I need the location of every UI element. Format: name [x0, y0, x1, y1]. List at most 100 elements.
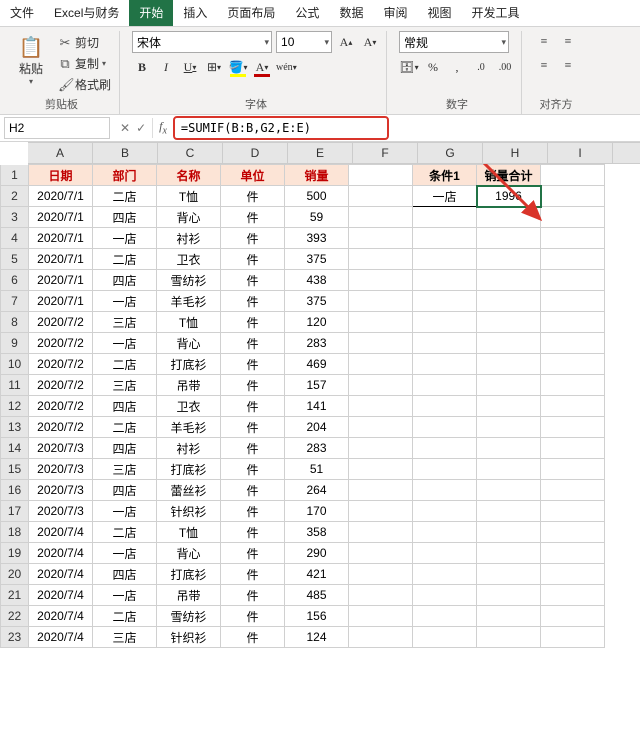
cell-name[interactable]: 针织衫: [157, 501, 221, 522]
cell[interactable]: [541, 291, 605, 312]
cell-dept[interactable]: 三店: [93, 627, 157, 648]
cell-dept[interactable]: 二店: [93, 522, 157, 543]
cell-unit[interactable]: 件: [221, 522, 285, 543]
cell-name[interactable]: T恤: [157, 522, 221, 543]
cell-date[interactable]: 2020/7/3: [29, 459, 93, 480]
number-format-select[interactable]: 常规▾: [399, 31, 509, 53]
cell[interactable]: [349, 564, 413, 585]
cell[interactable]: [413, 564, 477, 585]
cell-qty[interactable]: 358: [285, 522, 349, 543]
row-header[interactable]: 8: [1, 312, 29, 333]
cell[interactable]: [477, 228, 541, 249]
cell-date[interactable]: 2020/7/2: [29, 375, 93, 396]
menu-tab-视图[interactable]: 视图: [417, 0, 461, 26]
cell-date[interactable]: 2020/7/1: [29, 291, 93, 312]
col-header-C[interactable]: C: [158, 143, 223, 163]
cell-name[interactable]: 衬衫: [157, 438, 221, 459]
cell-dept[interactable]: 一店: [93, 333, 157, 354]
italic-button[interactable]: I: [156, 57, 176, 77]
cell-dept[interactable]: 四店: [93, 270, 157, 291]
cell[interactable]: [541, 480, 605, 501]
cell-dept[interactable]: 一店: [93, 228, 157, 249]
cell[interactable]: [541, 165, 605, 186]
cell-qty[interactable]: 500: [285, 186, 349, 207]
cell[interactable]: [349, 333, 413, 354]
cell[interactable]: [349, 501, 413, 522]
cell-qty[interactable]: 156: [285, 606, 349, 627]
cell[interactable]: [349, 165, 413, 186]
cell-dept[interactable]: 四店: [93, 480, 157, 501]
cell[interactable]: [541, 270, 605, 291]
cell[interactable]: [413, 333, 477, 354]
cell[interactable]: [541, 396, 605, 417]
row-header[interactable]: 17: [1, 501, 29, 522]
confirm-icon[interactable]: ✓: [136, 121, 146, 135]
cell-unit[interactable]: 件: [221, 228, 285, 249]
cell[interactable]: [349, 186, 413, 207]
format-painter-button[interactable]: 🖌格式刷: [56, 75, 113, 94]
row-header[interactable]: 15: [1, 459, 29, 480]
cell-name[interactable]: 打底衫: [157, 354, 221, 375]
cell[interactable]: [477, 522, 541, 543]
cell[interactable]: [349, 480, 413, 501]
row-header[interactable]: 3: [1, 207, 29, 228]
cell[interactable]: [477, 438, 541, 459]
cell-qty[interactable]: 283: [285, 438, 349, 459]
cell-qty[interactable]: 290: [285, 543, 349, 564]
fill-color-button[interactable]: 🪣▾: [228, 57, 248, 77]
increase-decimal-button[interactable]: .0: [471, 57, 491, 77]
cell[interactable]: [477, 375, 541, 396]
row-header[interactable]: 12: [1, 396, 29, 417]
cell-name[interactable]: 羊毛衫: [157, 417, 221, 438]
cell-dept[interactable]: 三店: [93, 312, 157, 333]
cell-unit[interactable]: 件: [221, 543, 285, 564]
cell-qty[interactable]: 51: [285, 459, 349, 480]
cell[interactable]: [413, 375, 477, 396]
cell-unit[interactable]: 件: [221, 585, 285, 606]
cell-qty[interactable]: 204: [285, 417, 349, 438]
cell[interactable]: [541, 564, 605, 585]
menu-tab-Excel与财务[interactable]: Excel与财务: [44, 0, 129, 26]
cell[interactable]: [413, 396, 477, 417]
menu-tab-页面布局[interactable]: 页面布局: [217, 0, 285, 26]
cell[interactable]: [349, 312, 413, 333]
cell-unit[interactable]: 件: [221, 354, 285, 375]
row-header[interactable]: 2: [1, 186, 29, 207]
cell[interactable]: [477, 480, 541, 501]
paste-button[interactable]: 📋 粘贴 ▾: [10, 31, 52, 89]
phonetic-button[interactable]: wén▾: [276, 57, 297, 77]
cell-unit[interactable]: 件: [221, 606, 285, 627]
decrease-decimal-button[interactable]: .00: [495, 57, 515, 77]
row-header[interactable]: 13: [1, 417, 29, 438]
row-header[interactable]: 4: [1, 228, 29, 249]
cell[interactable]: [413, 501, 477, 522]
cell[interactable]: [477, 417, 541, 438]
cell-qty[interactable]: 120: [285, 312, 349, 333]
cell[interactable]: [541, 228, 605, 249]
col-header-F[interactable]: F: [353, 143, 418, 163]
header-cell[interactable]: 销量合计: [477, 165, 541, 186]
col-header-H[interactable]: H: [483, 143, 548, 163]
bold-button[interactable]: B: [132, 57, 152, 77]
spreadsheet-grid[interactable]: 1日期部门名称单位销量条件1销量合计22020/7/1二店T恤件500一店199…: [0, 164, 640, 648]
cell[interactable]: [413, 585, 477, 606]
cell[interactable]: [349, 417, 413, 438]
increase-font-button[interactable]: A▴: [336, 32, 356, 52]
cell[interactable]: [349, 606, 413, 627]
cell-name[interactable]: 雪纺衫: [157, 270, 221, 291]
cell[interactable]: [413, 312, 477, 333]
cell-qty[interactable]: 438: [285, 270, 349, 291]
cell-date[interactable]: 2020/7/1: [29, 207, 93, 228]
cell[interactable]: [349, 396, 413, 417]
border-button[interactable]: ⊞▾: [204, 57, 224, 77]
cell[interactable]: [349, 270, 413, 291]
cell-date[interactable]: 2020/7/2: [29, 333, 93, 354]
cell-qty[interactable]: 393: [285, 228, 349, 249]
cell-dept[interactable]: 二店: [93, 249, 157, 270]
cell[interactable]: [477, 543, 541, 564]
cell-dept[interactable]: 三店: [93, 375, 157, 396]
cell-name[interactable]: 背心: [157, 333, 221, 354]
row-header[interactable]: 7: [1, 291, 29, 312]
col-header-E[interactable]: E: [288, 143, 353, 163]
column-headers[interactable]: ABCDEFGHI: [28, 142, 640, 164]
